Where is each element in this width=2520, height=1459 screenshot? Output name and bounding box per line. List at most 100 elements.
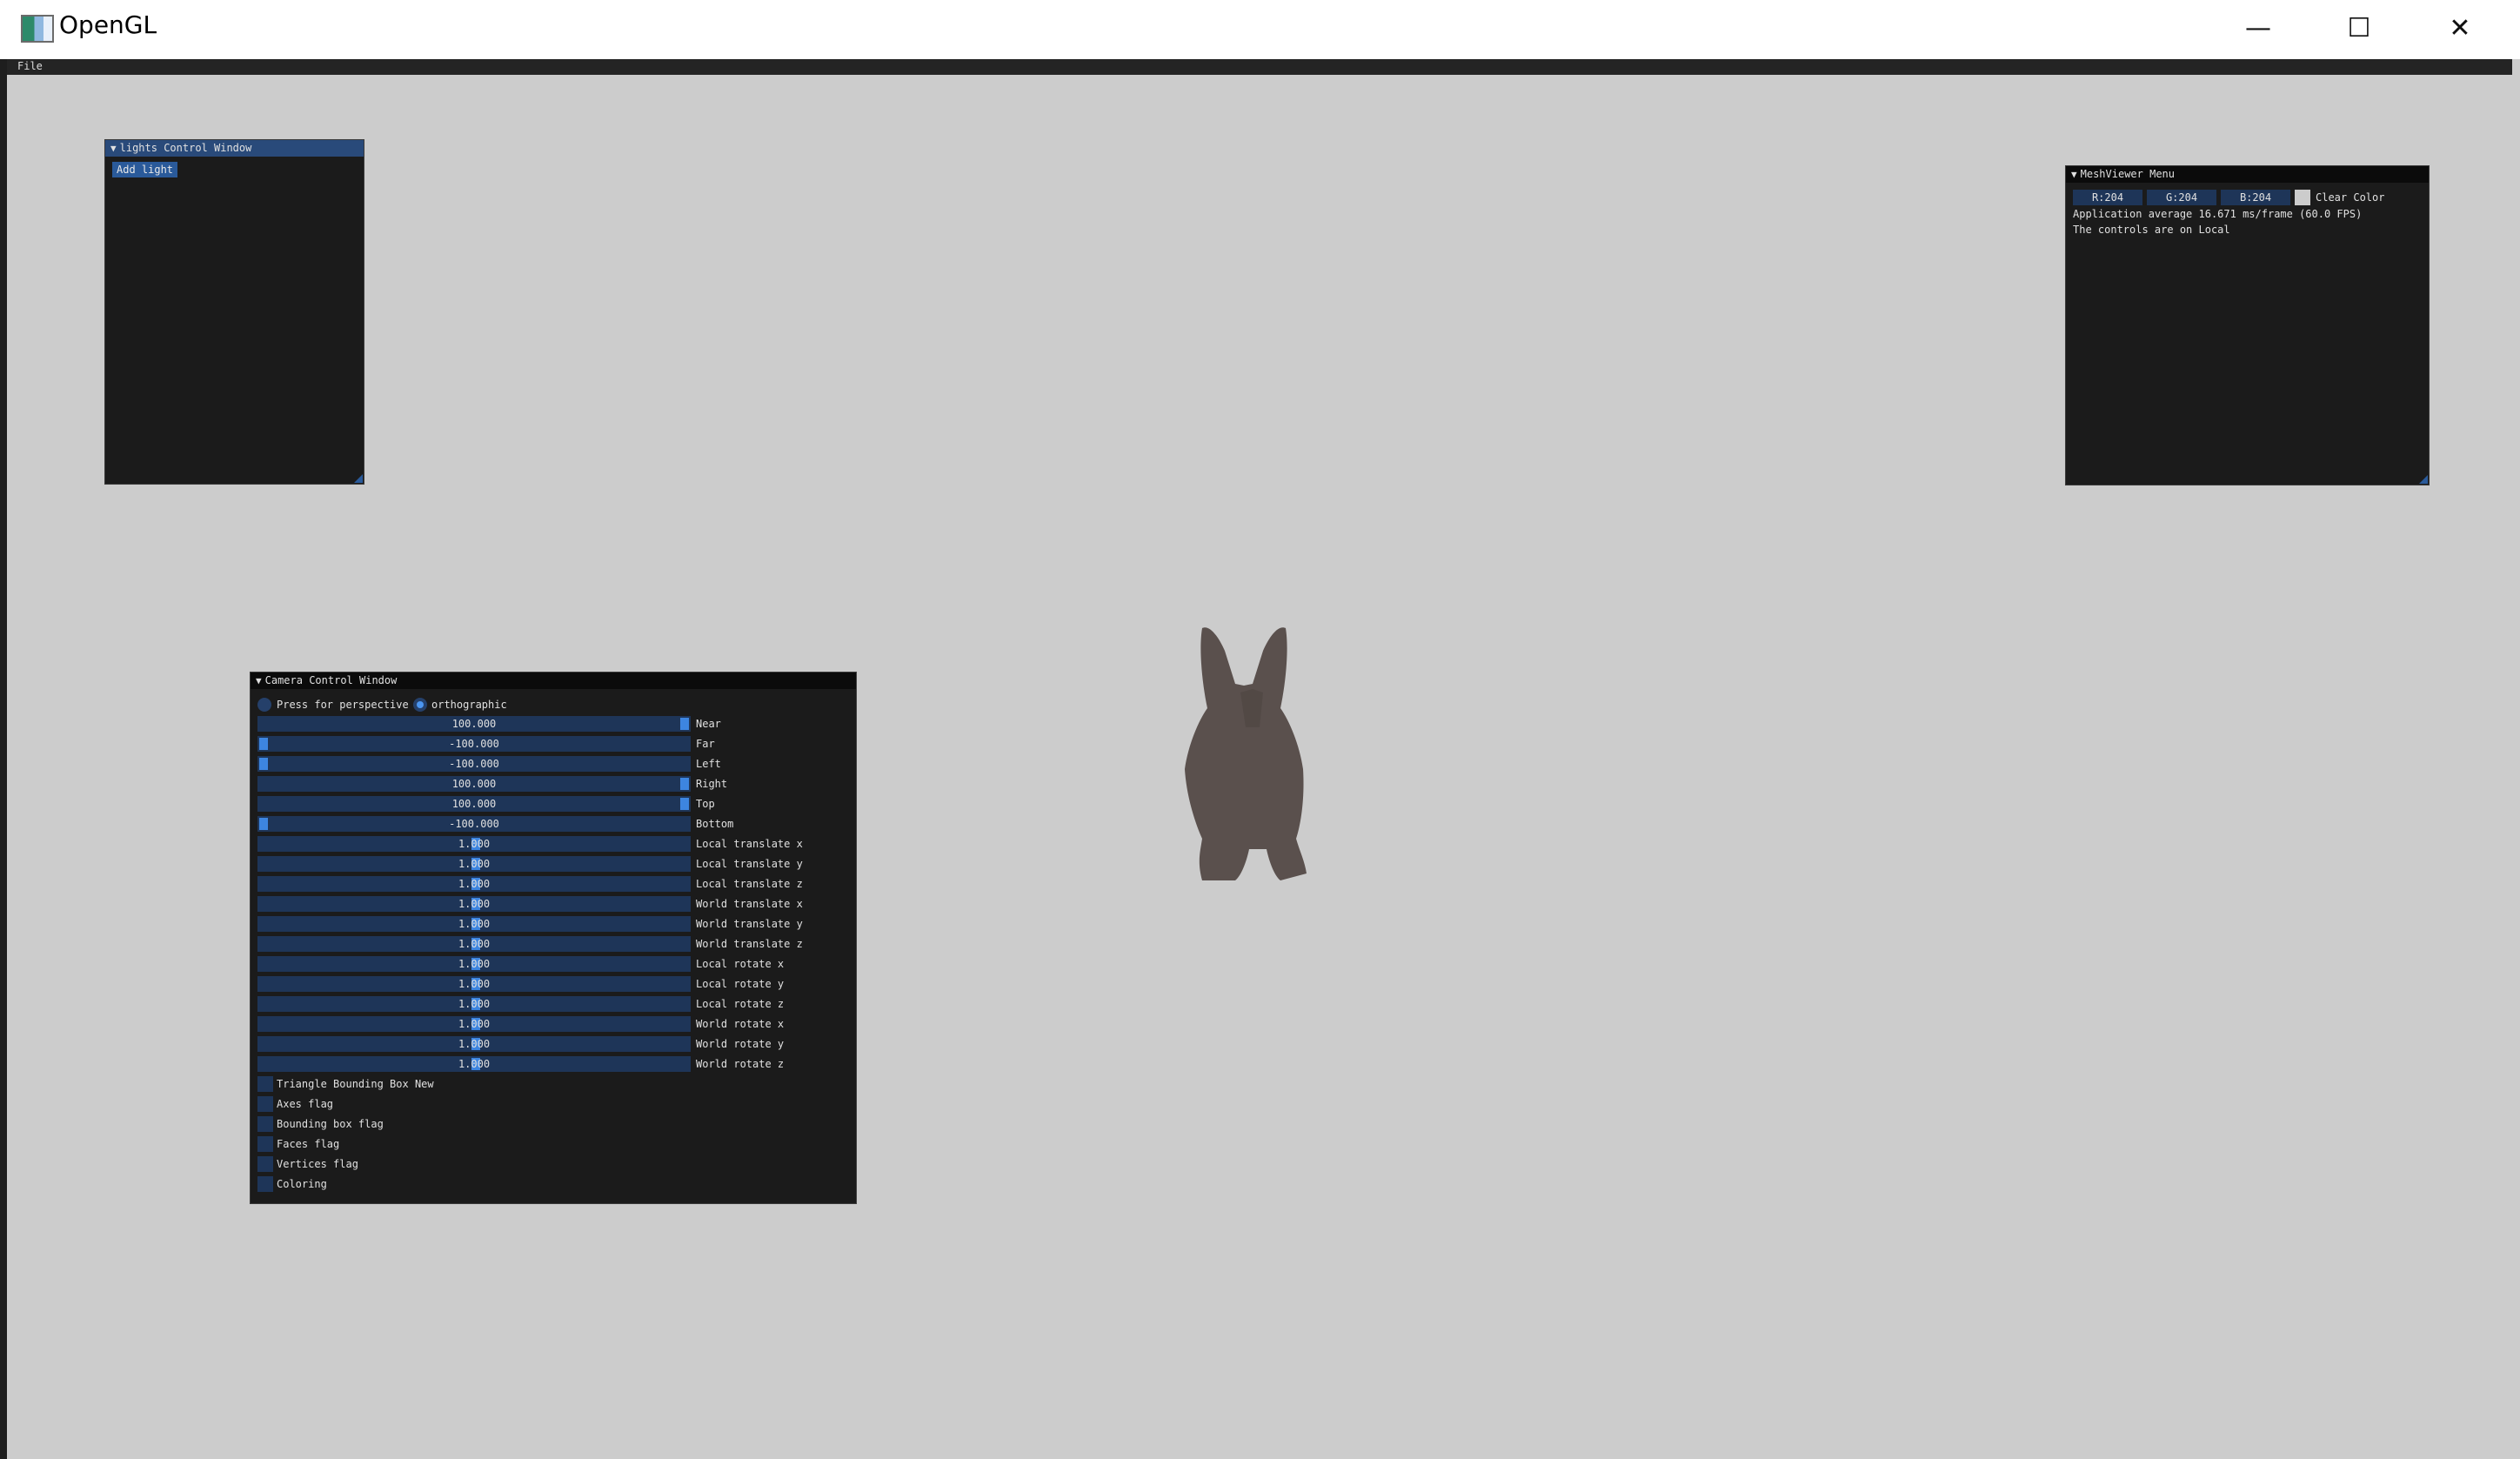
opengl-app-icon [21,15,54,43]
close-button[interactable]: ✕ [2410,0,2510,56]
collapse-arrow-icon[interactable]: ▼ [110,143,117,154]
checkbox-bounding-box-flag[interactable] [257,1116,273,1132]
slider-value: 1.000 [458,958,491,970]
slider-label: Left [696,758,721,770]
meshviewer-window-title: MeshViewer Menu [2080,168,2175,180]
slider-label: Local translate y [696,858,803,870]
collapse-arrow-icon[interactable]: ▼ [256,675,262,686]
slider-value: 100.000 [451,798,497,810]
slider-value: 1.000 [458,998,491,1010]
slider-far[interactable]: -100.000 [257,736,691,752]
slider-value: 1.000 [458,978,491,990]
slider-value: 100.000 [451,718,497,730]
slider-local-rotate-z[interactable]: 1.000 [257,996,691,1012]
orthographic-radio[interactable] [413,698,427,712]
resize-grip-icon[interactable] [354,474,363,483]
maximize-button[interactable]: ☐ [2309,0,2409,56]
perspective-label: Press for perspective [277,699,409,711]
bunny-silhouette-icon [1185,627,1307,880]
slider-world-rotate-x[interactable]: 1.000 [257,1016,691,1032]
slider-label: Local rotate z [696,998,785,1010]
slider-world-translate-z[interactable]: 1.000 [257,936,691,952]
clear-color-label: Clear Color [2316,191,2385,204]
slider-value: 1.000 [458,938,491,950]
resize-grip-icon[interactable] [2419,475,2428,484]
slider-world-rotate-z[interactable]: 1.000 [257,1056,691,1072]
slider-value: 1.000 [458,1058,491,1070]
slider-label: World rotate z [696,1058,785,1070]
clear-color-g-field[interactable]: G:204 [2147,190,2216,205]
slider-label: Top [696,798,715,810]
checkbox-label: Vertices flag [277,1158,358,1170]
slider-value: -100.000 [449,818,499,830]
slider-value: 1.000 [458,878,491,890]
slider-label: Right [696,778,728,790]
slider-value: 1.000 [458,1018,491,1030]
checkbox-label: Axes flag [277,1098,334,1110]
collapse-arrow-icon[interactable]: ▼ [2071,169,2077,180]
slider-near[interactable]: 100.000 [257,716,691,732]
slider-label: World translate y [696,918,803,930]
slider-label: Local translate x [696,838,803,850]
slider-label: World rotate y [696,1038,785,1050]
clear-color-swatch[interactable] [2295,190,2310,205]
controls-text: The controls are on Local [2073,224,2230,236]
slider-label: Near [696,718,721,730]
slider-label: Local translate z [696,878,803,890]
lights-control-window: ▼ lights Control Window Add light [104,139,364,485]
meshviewer-menu-window: ▼ MeshViewer Menu R:204 G:204 B:204 Clear… [2065,165,2430,485]
window-title: OpenGL [59,10,157,39]
slider-world-rotate-y[interactable]: 1.000 [257,1036,691,1052]
camera-window-title: Camera Control Window [264,674,398,686]
slider-label: World translate x [696,898,803,910]
checkbox-label: Triangle Bounding Box New [277,1078,434,1090]
slider-left[interactable]: -100.000 [257,756,691,772]
slider-label: Far [696,738,715,750]
window-titlebar: OpenGL — ☐ ✕ [0,0,2520,59]
slider-top[interactable]: 100.000 [257,796,691,812]
camera-window-titlebar[interactable]: ▼ Camera Control Window [251,673,856,689]
checkbox-vertices-flag[interactable] [257,1156,273,1172]
slider-value: 1.000 [458,858,491,870]
slider-label: Local rotate y [696,978,785,990]
slider-right[interactable]: 100.000 [257,776,691,792]
perspective-radio[interactable] [257,698,271,712]
camera-control-window: ▼ Camera Control Window Press for perspec… [250,672,857,1204]
main-menubar: File [7,59,2512,75]
clear-color-b-field[interactable]: B:204 [2221,190,2290,205]
slider-value: 1.000 [458,898,491,910]
slider-local-translate-x[interactable]: 1.000 [257,836,691,852]
slider-value: -100.000 [449,758,499,770]
slider-label: Bottom [696,818,734,830]
slider-label: World translate z [696,938,803,950]
checkbox-faces-flag[interactable] [257,1136,273,1152]
orthographic-label: orthographic [431,699,507,711]
minimize-button[interactable]: — [2209,0,2308,56]
slider-local-translate-y[interactable]: 1.000 [257,856,691,872]
left-window-edge [0,59,7,1459]
meshviewer-window-titlebar[interactable]: ▼ MeshViewer Menu [2066,166,2429,183]
slider-value: 1.000 [458,918,491,930]
add-light-button[interactable]: Add light [112,162,178,177]
slider-local-translate-z[interactable]: 1.000 [257,876,691,892]
checkbox-label: Bounding box flag [277,1118,384,1130]
slider-local-rotate-y[interactable]: 1.000 [257,976,691,992]
slider-world-translate-y[interactable]: 1.000 [257,916,691,932]
slider-local-rotate-x[interactable]: 1.000 [257,956,691,972]
lights-window-titlebar[interactable]: ▼ lights Control Window [105,140,364,157]
checkbox-coloring[interactable] [257,1176,273,1192]
checkbox-axes-flag[interactable] [257,1096,273,1112]
slider-label: World rotate x [696,1018,785,1030]
slider-bottom[interactable]: -100.000 [257,816,691,832]
lights-window-title: lights Control Window [119,142,252,154]
slider-value: -100.000 [449,738,499,750]
menu-file[interactable]: File [17,60,43,72]
bunny-model [1185,627,1307,880]
slider-label: Local rotate x [696,958,785,970]
checkbox-label: Faces flag [277,1138,340,1150]
clear-color-r-field[interactable]: R:204 [2073,190,2142,205]
slider-value: 1.000 [458,838,491,850]
slider-value: 1.000 [458,1038,491,1050]
slider-world-translate-x[interactable]: 1.000 [257,896,691,912]
checkbox-triangle-bounding-box-new[interactable] [257,1076,273,1092]
